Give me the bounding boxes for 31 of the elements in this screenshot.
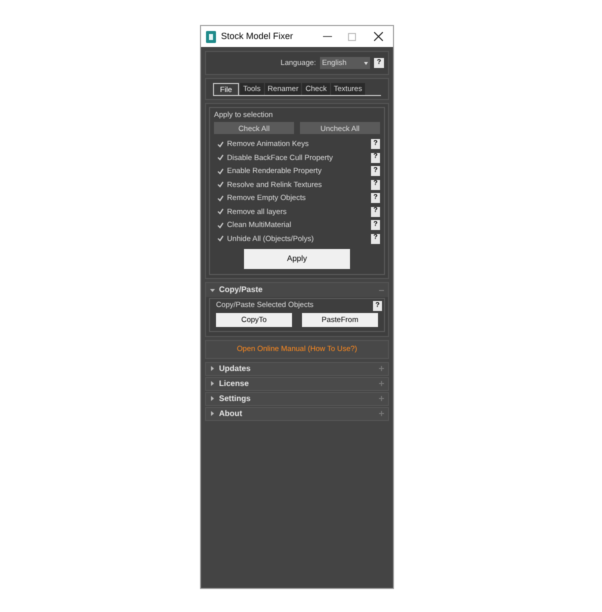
rollout-title: About [219,408,244,420]
window-title: Stock Model Fixer [221,30,294,43]
rollout-title: License [219,378,250,390]
plus-icon [379,381,384,386]
rollout-header[interactable]: Settings [205,392,389,406]
checkbox[interactable] [216,234,224,242]
checkbox[interactable] [216,154,224,162]
rollout-title: Settings [219,392,252,404]
rollout-header[interactable]: License [205,376,389,390]
rollout-header[interactable]: Updates [205,362,389,376]
checkbox[interactable] [216,221,224,229]
close-icon[interactable] [374,32,383,41]
collapse-triangle-icon[interactable] [210,288,215,293]
expand-triangle-icon[interactable] [210,396,215,401]
apply-button[interactable]: Apply [244,249,350,270]
checkbox[interactable] [216,180,224,188]
checkbox[interactable] [216,140,224,148]
plus-icon [379,411,384,416]
expand-triangle-icon[interactable] [210,366,215,371]
checkbox[interactable] [216,208,224,216]
app-icon [206,30,216,42]
plus-icon [379,366,384,371]
checkbox[interactable] [216,194,224,202]
minus-icon [379,288,384,293]
expand-triangle-icon[interactable] [210,411,215,416]
rollout-header[interactable]: About [205,406,389,420]
rollout-title: Updates [219,362,252,374]
expand-triangle-icon[interactable] [210,381,215,386]
checkbox[interactable] [216,167,224,175]
caret-icon [364,62,368,64]
plus-icon [379,396,384,401]
